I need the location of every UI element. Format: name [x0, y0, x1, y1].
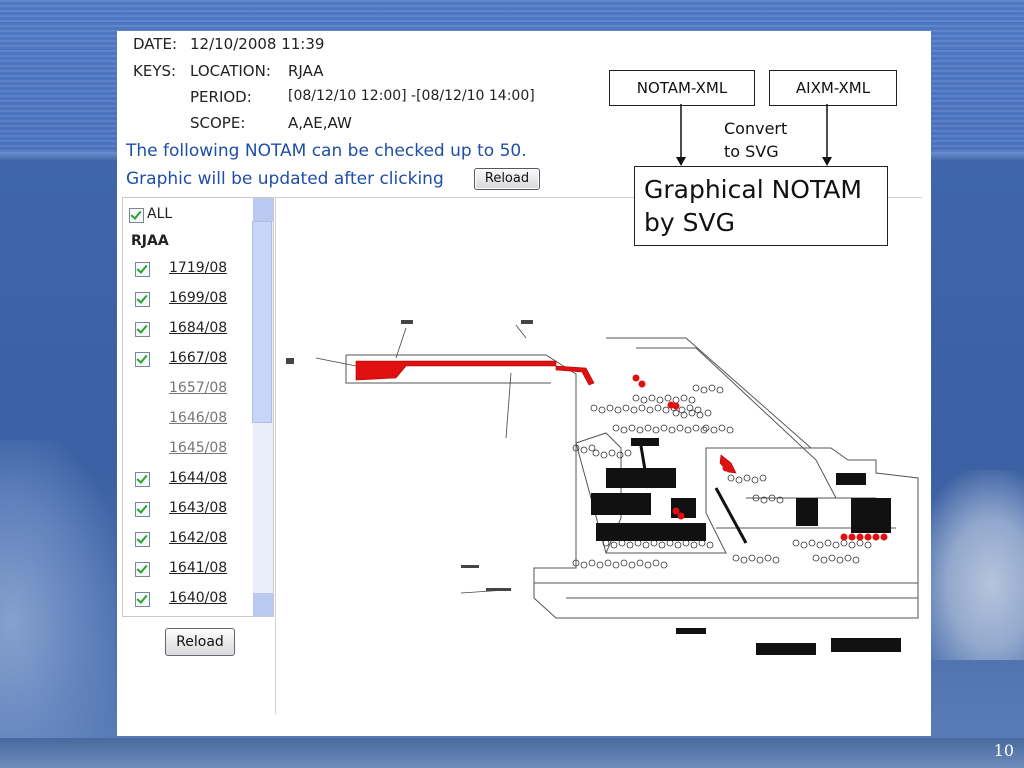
callout-arrows — [676, 104, 832, 166]
arrowhead-notam — [676, 157, 686, 166]
arrowhead-aixm — [822, 157, 832, 166]
